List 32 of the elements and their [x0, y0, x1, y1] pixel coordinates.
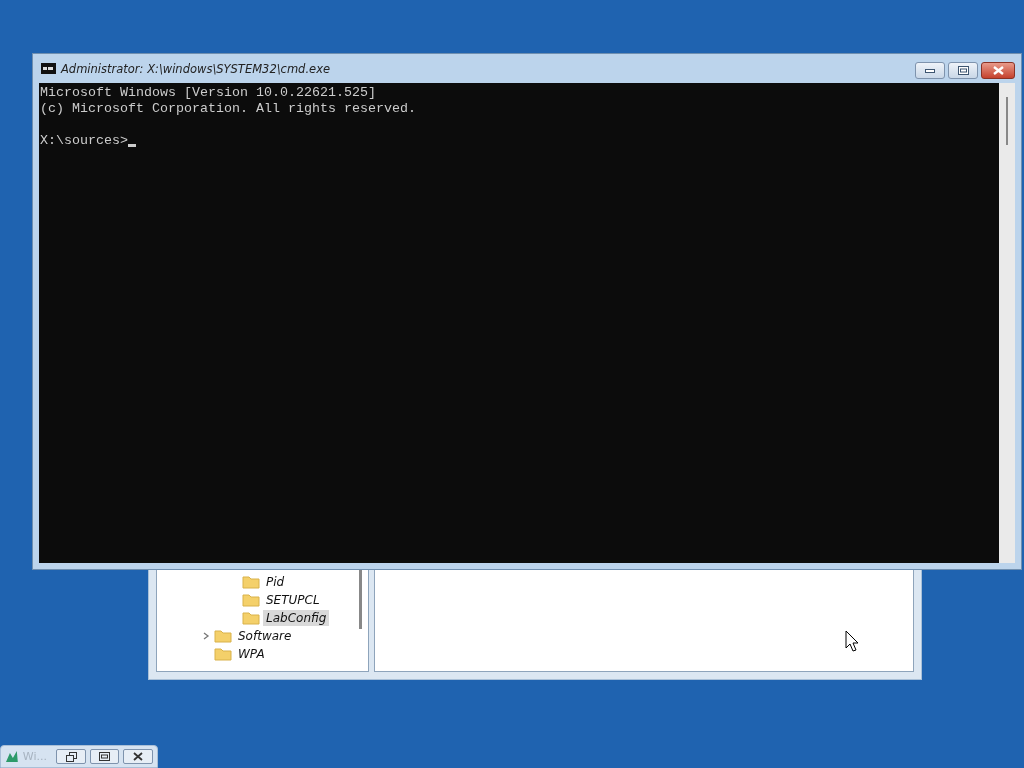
command-prompt: X:\sources> — [40, 133, 128, 149]
close-icon — [992, 66, 1004, 75]
restore-button[interactable] — [56, 749, 86, 764]
maximize-icon — [99, 752, 111, 761]
console-line: (c) Microsoft Corporation. All rights reserved. — [40, 101, 416, 117]
folder-icon — [242, 611, 260, 625]
tree-item[interactable]: WPA — [235, 646, 268, 662]
folder-icon — [214, 647, 232, 661]
window-title: Administrator: X:\windows\SYSTEM32\cmd.exe — [61, 61, 331, 76]
folder-icon — [242, 575, 260, 589]
scrollbar[interactable] — [999, 83, 1015, 563]
close-icon — [133, 752, 144, 761]
maximize-button[interactable] — [89, 749, 120, 764]
close-button[interactable] — [123, 749, 153, 764]
tree-item[interactable]: LabConfig — [263, 610, 330, 626]
folder-icon — [242, 593, 260, 607]
maximize-button[interactable] — [948, 62, 978, 79]
console-line: Microsoft Windows [Version 10.0.22621.525] — [40, 85, 376, 101]
minimize-button[interactable] — [915, 62, 945, 79]
console-icon — [41, 63, 56, 74]
mouse-pointer-icon — [845, 630, 859, 652]
tree-item[interactable]: Software — [235, 628, 295, 644]
text-cursor — [128, 144, 136, 147]
close-button[interactable] — [981, 62, 1015, 79]
scrollbar-thumb[interactable] — [359, 567, 362, 629]
chevron-right-icon[interactable] — [201, 631, 211, 641]
tree-item[interactable]: SETUPCL — [263, 592, 323, 608]
tree-item[interactable]: Pid — [263, 574, 288, 590]
maximize-icon — [957, 66, 969, 75]
folder-icon — [214, 629, 232, 643]
minimize-icon — [925, 68, 935, 73]
restore-icon — [65, 751, 77, 762]
